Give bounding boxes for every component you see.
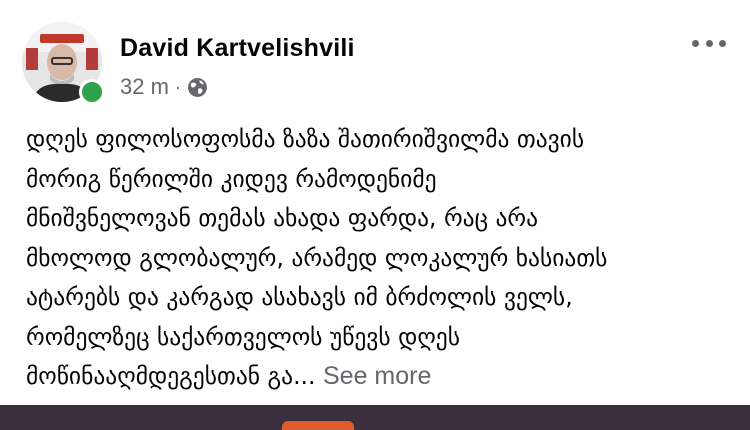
post-text-line: მხოლოდ გლობალურ, არამედ ლოკალურ ხასიათს [26, 243, 608, 272]
post-text-line: დღეს ფილოსოფოსმა ზაზა შათირიშვილმა თავის [26, 125, 585, 153]
see-more-link[interactable]: See more [323, 362, 431, 390]
post-header: David Kartvelishvili 32 m · [22, 22, 730, 105]
post-text-line: ატარებს და კარგად ასახავს იმ ბრძოლის ველ… [26, 283, 573, 311]
post-card: David Kartvelishvili 32 m · დღეს ფილოსოფ… [0, 0, 750, 405]
post-meta: 32 m · [120, 74, 208, 100]
bottom-bar [0, 405, 750, 430]
globe-icon[interactable] [187, 77, 208, 98]
post-text-line: მორიგ წერილში კიდევ რამოდენიმე [26, 164, 437, 193]
post-text-last-line: მოწინააღმდეგესთან გა... See more [26, 357, 726, 397]
meta-separator: · [174, 76, 181, 97]
online-status-dot [79, 79, 105, 105]
bottom-accent-bar [282, 421, 354, 430]
more-horizontal-icon[interactable] [692, 36, 726, 50]
post-text: დღეს ფილოსოფოსმა ზაზა შათირიშვილმა თავის… [26, 120, 726, 397]
post-text-line: რომელზეც საქართველოს უწევს დღეს [26, 322, 461, 351]
post-text-truncated: მოწინააღმდეგესთან გა... [26, 362, 316, 390]
post-text-line: მნიშვნელოვან თემას ახადა ფარდა, რაც არა [26, 204, 539, 232]
author-name[interactable]: David Kartvelishvili [120, 34, 355, 63]
post-time[interactable]: 32 m [120, 74, 169, 100]
